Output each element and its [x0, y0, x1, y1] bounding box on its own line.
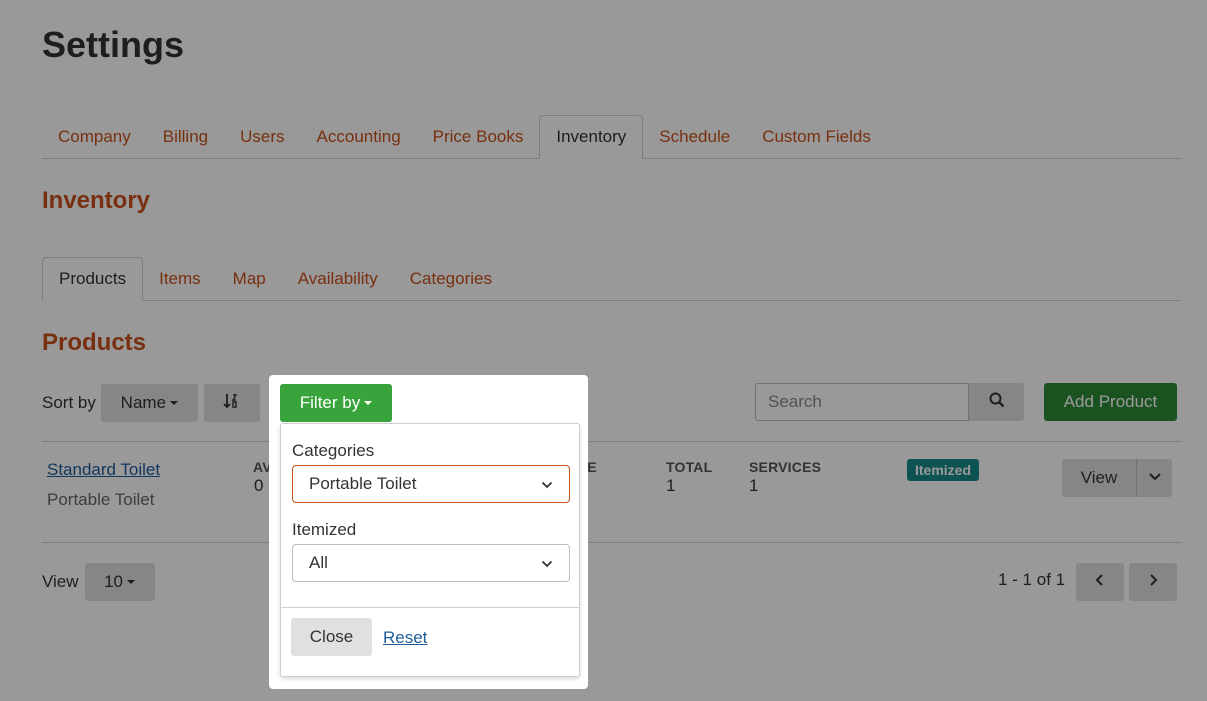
chevron-down-icon — [541, 474, 553, 494]
reset-link[interactable]: Reset — [383, 628, 427, 648]
chevron-down-icon — [541, 553, 553, 573]
modal-overlay[interactable] — [0, 0, 1207, 701]
caret-down-icon — [364, 401, 373, 405]
categories-label: Categories — [292, 441, 375, 460]
filter-panel: Categories Portable Toilet Itemized All … — [280, 423, 580, 677]
filter-by-button[interactable]: Filter by — [280, 384, 392, 422]
categories-select[interactable]: Portable Toilet — [292, 465, 570, 503]
itemized-label: Itemized — [292, 520, 357, 539]
itemized-value: All — [309, 553, 328, 572]
filter-by-label: Filter by — [299, 393, 361, 412]
categories-value: Portable Toilet — [309, 474, 417, 493]
close-button[interactable]: Close — [291, 618, 372, 656]
filter-popover: Filter by Categories Portable Toilet Ite… — [269, 375, 588, 689]
divider — [281, 607, 579, 608]
itemized-select[interactable]: All — [292, 544, 570, 582]
